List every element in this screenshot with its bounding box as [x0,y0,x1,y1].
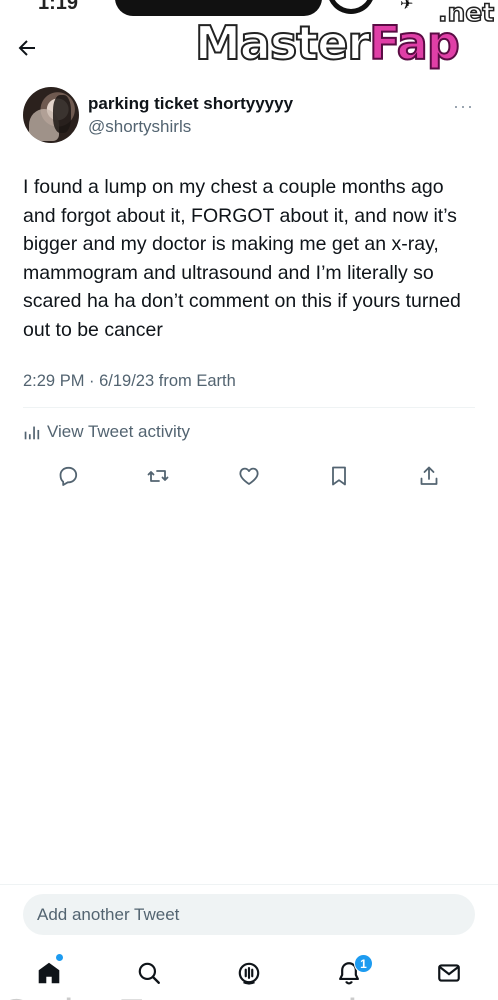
home-unread-dot [56,954,63,961]
watermark-text: MasterFap [194,15,461,71]
retweet-button[interactable] [143,462,173,490]
status-extra: ✈ [400,0,414,13]
analytics-icon [24,426,40,439]
spaces-icon [238,962,260,985]
reply-icon [59,466,78,486]
share-button[interactable] [414,462,444,490]
bottom-overlay-text: Only Fans my sister took and I hid [0,992,498,1000]
notification-badge: 1 [354,954,373,973]
search-icon [138,962,160,984]
bookmark-icon [332,466,346,486]
bottom-nav: 1 [0,950,498,996]
tweet-actions [0,462,498,492]
tweet-text: I found a lump on my chest a couple mont… [23,176,461,341]
tweet-timestamp[interactable]: 2:29 PM · 6/19/23 from Earth [23,372,236,391]
status-time: 1:19 [38,0,79,14]
avatar[interactable] [23,87,79,143]
camera-notch [115,0,322,16]
retweet-icon [147,470,169,482]
like-button[interactable] [234,462,264,490]
nav-messages[interactable] [434,958,464,988]
bookmark-button[interactable] [324,462,354,490]
reply-button[interactable] [53,462,83,490]
compose-divider [0,884,498,885]
back-button[interactable] [14,36,44,60]
add-tweet-input[interactable]: Add another Tweet [23,894,475,935]
activity-label: View Tweet activity [47,422,190,441]
arrow-left-icon [18,40,35,56]
nav-search[interactable] [134,958,164,988]
status-app-icon [327,0,375,14]
messages-icon [438,964,460,982]
view-tweet-activity-link[interactable]: View Tweet activity [23,420,190,444]
display-name[interactable]: parking ticket shortyyyyy [88,94,293,114]
share-icon [420,466,438,485]
nav-home[interactable] [34,958,64,988]
nav-spaces[interactable] [234,958,264,988]
like-icon [239,467,259,485]
divider [23,407,475,408]
status-bar: 1:19 ✈ [0,0,498,22]
more-options-button[interactable]: ··· [453,96,474,117]
user-handle[interactable]: @shortyshirls [88,117,191,137]
compose-placeholder: Add another Tweet [37,904,180,924]
home-icon [38,962,60,984]
